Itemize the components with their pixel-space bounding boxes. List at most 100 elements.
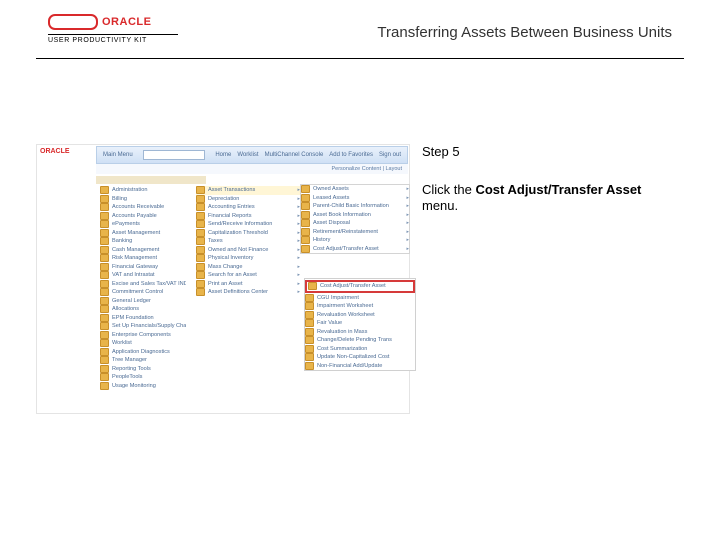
- chevron-right-icon: ▸: [297, 281, 300, 287]
- menu-item-label: Retirement/Reinstatement: [313, 229, 378, 235]
- menu-item[interactable]: Commitment Control: [100, 288, 186, 297]
- folder-icon: [305, 328, 314, 336]
- chevron-right-icon: ▸: [406, 237, 409, 243]
- menu-item-label: Cost Adjust/Transfer Asset: [320, 283, 386, 289]
- menu-item[interactable]: Search for an Asset▸: [196, 271, 300, 280]
- menu-item[interactable]: Change/Delete Pending Trans: [305, 336, 415, 345]
- menu-item[interactable]: Asset Book Information▸: [301, 211, 409, 220]
- folder-icon: [301, 236, 310, 244]
- folder-icon: [100, 339, 109, 347]
- menu-item[interactable]: Send/Receive Information▸: [196, 220, 300, 229]
- menu-item[interactable]: Accounts Payable: [100, 212, 186, 221]
- menu-item[interactable]: Allocations: [100, 305, 186, 314]
- menu-item[interactable]: Risk Management: [100, 254, 186, 263]
- menu-col-3-box: Owned Assets▸Leased Assets▸Parent-Child …: [300, 184, 410, 254]
- menu-item[interactable]: Banking: [100, 237, 186, 246]
- menu-item[interactable]: Owned Assets▸: [301, 185, 409, 194]
- menu-item[interactable]: Administration: [100, 186, 186, 195]
- menu-item-label: History: [313, 237, 330, 243]
- menu-item[interactable]: Excise and Sales Tax/VAT IND: [100, 280, 186, 289]
- menu-item[interactable]: Capitalization Threshold▸: [196, 229, 300, 238]
- folder-icon: [100, 297, 109, 305]
- nav-signout[interactable]: Sign out: [379, 152, 401, 158]
- folder-icon: [100, 382, 109, 390]
- menu-item[interactable]: Revaluation in Mass: [305, 328, 415, 337]
- menu-item-label: Application Diagnostics: [112, 349, 170, 355]
- menu-item[interactable]: Asset Management: [100, 229, 186, 238]
- menu-item-label: EPM Foundation: [112, 315, 154, 321]
- app-topbar: Main Menu Home Worklist MultiChannel Con…: [96, 146, 408, 164]
- menu-item-label: Mass Change: [208, 264, 243, 270]
- menu-item[interactable]: Financial Reports▸: [196, 212, 300, 221]
- menu-item-label: CGU Impairment: [317, 295, 359, 301]
- nav-home[interactable]: Home: [215, 152, 231, 158]
- step-label: Step 5: [422, 144, 672, 159]
- menu-item-label: Enterprise Components: [112, 332, 171, 338]
- menu-item[interactable]: Accounts Receivable: [100, 203, 186, 212]
- menu-item[interactable]: Set Up Financials/Supply Chain: [100, 322, 186, 331]
- menu-item-label: Financial Gateway: [112, 264, 158, 270]
- search-input[interactable]: [143, 150, 205, 160]
- menu-item[interactable]: Accounting Entries▸: [196, 203, 300, 212]
- menu-item[interactable]: Usage Monitoring: [100, 382, 186, 391]
- menu-item[interactable]: EPM Foundation: [100, 314, 186, 323]
- menu-item-label: Asset Transactions: [208, 187, 255, 193]
- folder-icon: [100, 246, 109, 254]
- menu-item[interactable]: Mass Change▸: [196, 263, 300, 272]
- folder-icon: [301, 211, 310, 219]
- menu-item[interactable]: Physical Inventory▸: [196, 254, 300, 263]
- menu-item[interactable]: Update Non-Capitalized Cost: [305, 353, 415, 362]
- menu-item[interactable]: Financial Gateway: [100, 263, 186, 272]
- folder-icon: [196, 246, 205, 254]
- menu-item[interactable]: Asset Definitions Center▸: [196, 288, 300, 297]
- menu-item[interactable]: Asset Transactions▸: [196, 186, 300, 195]
- menu-item[interactable]: Fair Value: [305, 319, 415, 328]
- menu-item[interactable]: Depreciation▸: [196, 195, 300, 204]
- menu-item[interactable]: Revaluation Worksheet: [305, 311, 415, 320]
- menu-item-label: Parent-Child Basic Information: [313, 203, 389, 209]
- folder-icon: [196, 254, 205, 262]
- menu-item[interactable]: Cash Management: [100, 246, 186, 255]
- menu-item[interactable]: Taxes▸: [196, 237, 300, 246]
- menu-item[interactable]: ePayments: [100, 220, 186, 229]
- menu-item[interactable]: Cost Summarization: [305, 345, 415, 354]
- menu-item[interactable]: VAT and Intrastat: [100, 271, 186, 280]
- menu-item[interactable]: Parent-Child Basic Information▸: [301, 202, 409, 211]
- menu-item[interactable]: Impairment Worksheet: [305, 302, 415, 311]
- menu-item[interactable]: History ▸: [301, 236, 409, 245]
- nav-console[interactable]: MultiChannel Console: [265, 152, 324, 158]
- oracle-o-icon: [48, 14, 98, 30]
- menu-item-label: Search for an Asset: [208, 272, 257, 278]
- nav-fav[interactable]: Add to Favorites: [329, 152, 373, 158]
- menu-item[interactable]: General Ledger: [100, 297, 186, 306]
- chevron-right-icon: ▸: [297, 255, 300, 261]
- menu-item[interactable]: Application Diagnostics: [100, 348, 186, 357]
- menu-item[interactable]: Billing: [100, 195, 186, 204]
- folder-icon: [100, 314, 109, 322]
- menu-item[interactable]: CGU Impairment: [305, 294, 415, 303]
- menu-col-4: Cost Adjust/Transfer Asset CGU Impairment…: [305, 280, 415, 370]
- menu-item[interactable]: Leased Assets▸: [301, 194, 409, 203]
- menu-item-label: Leased Assets: [313, 195, 349, 201]
- menu-item[interactable]: Enterprise Components: [100, 331, 186, 340]
- instruction-suffix: menu.: [422, 198, 458, 213]
- menu-item-label: Worklist: [112, 340, 132, 346]
- menu-item[interactable]: Cost Adjust/Transfer Asset▸: [301, 245, 409, 254]
- menu-item[interactable]: Worklist: [100, 339, 186, 348]
- menu-item-label: Excise and Sales Tax/VAT IND: [112, 281, 186, 287]
- nav-worklist[interactable]: Worklist: [237, 152, 258, 158]
- menu-item[interactable]: Print an Asset▸: [196, 280, 300, 289]
- menu-item[interactable]: Owned and Not Finance▸: [196, 246, 300, 255]
- menu-item[interactable]: Non-Financial Add/Update: [305, 362, 415, 371]
- menu-item-label: Banking: [112, 238, 132, 244]
- folder-icon: [301, 185, 310, 193]
- folder-icon: [305, 353, 314, 361]
- menu-item[interactable]: Tree Manager: [100, 356, 186, 365]
- menu-item-label: Tree Manager: [112, 357, 147, 363]
- folder-icon: [100, 254, 109, 262]
- menu-item-highlighted[interactable]: Cost Adjust/Transfer Asset: [305, 280, 415, 293]
- menu-item[interactable]: PeopleTools: [100, 373, 186, 382]
- menu-item[interactable]: Reporting Tools: [100, 365, 186, 374]
- menu-item[interactable]: Asset Disposal▸: [301, 219, 409, 228]
- menu-item[interactable]: Retirement/Reinstatement▸: [301, 228, 409, 237]
